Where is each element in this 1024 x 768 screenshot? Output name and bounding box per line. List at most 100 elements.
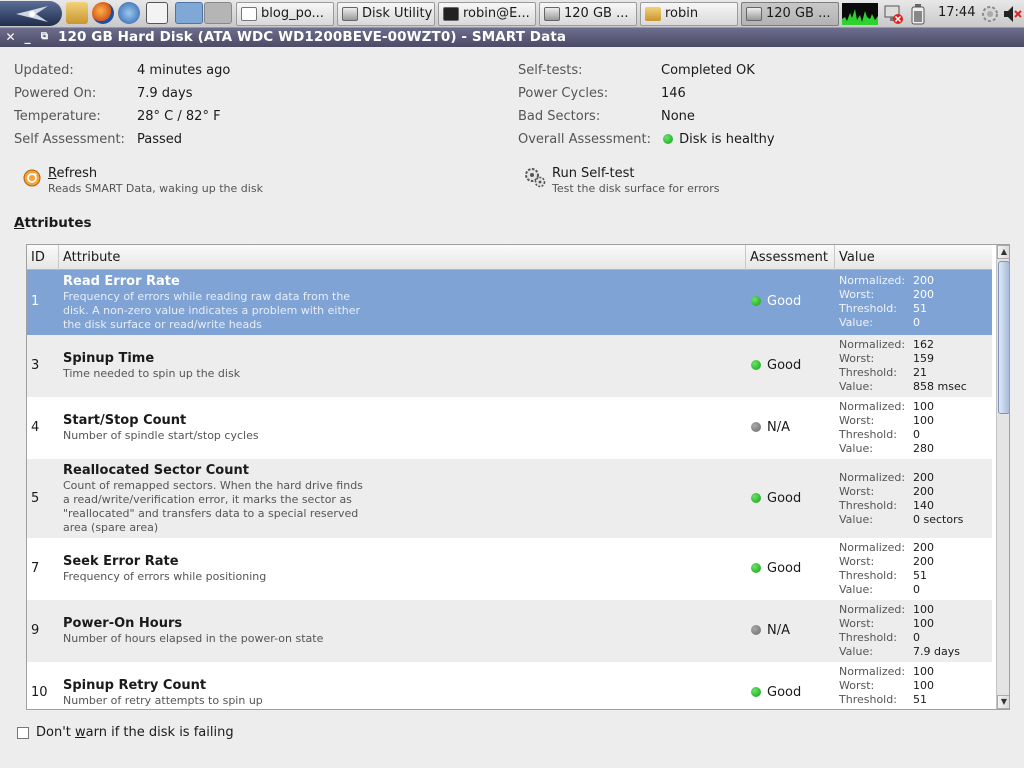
normalized-value: 200 — [913, 471, 934, 484]
attribute-description: Count of remapped sectors. When the hard… — [63, 479, 363, 534]
threshold-value: 140 — [913, 499, 934, 512]
attribute-assessment: N/A — [751, 420, 790, 435]
summary-value: Disk is healthy — [663, 132, 775, 147]
normalized-label: Normalized: — [839, 471, 906, 484]
window-titlebar[interactable]: ✕ _ ⧉ 120 GB Hard Disk (ATA WDC WD1200BE… — [0, 28, 1024, 47]
column-header-assessment[interactable]: Assessment — [746, 245, 835, 270]
normalized-row: Normalized: 100 — [839, 400, 934, 414]
network-disconnected-icon[interactable] — [882, 3, 904, 25]
task-120gb-1[interactable]: 120 GB ... — [539, 2, 637, 26]
task-120gb-2[interactable]: 120 GB ... — [741, 2, 839, 26]
worst-row: Worst: 200 — [839, 288, 934, 302]
workspace-2[interactable] — [204, 2, 232, 24]
attribute-description: Time needed to spin up the disk — [63, 367, 241, 380]
summary-label: Bad Sectors: — [518, 109, 601, 124]
table-row[interactable]: 9 Power-On Hours Number of hours elapsed… — [27, 600, 992, 662]
table-row[interactable]: 1 Read Error Rate Frequency of errors wh… — [27, 270, 992, 335]
good-status-icon — [751, 563, 761, 573]
attribute-name: Spinup Time — [63, 351, 155, 366]
column-header-id[interactable]: ID — [27, 245, 59, 270]
top-panel: blog_po... Disk Utility robin@E... 120 G… — [0, 0, 1024, 28]
summary-value: 4 minutes ago — [137, 63, 231, 78]
good-status-icon — [751, 296, 761, 306]
table-row[interactable]: 7 Seek Error Rate Frequency of errors wh… — [27, 538, 992, 600]
run-self-test-label: Run Self-test — [552, 166, 635, 181]
attribute-description: Number of retry attempts to spin up — [63, 694, 263, 707]
dont-warn-label: Don't warn if the disk is failing — [36, 725, 234, 740]
harddisk-icon — [342, 7, 358, 21]
volume-muted-icon[interactable] — [1002, 3, 1024, 25]
attribute-id: 3 — [31, 358, 40, 373]
attribute-id: 7 — [31, 561, 40, 576]
column-header-attribute[interactable]: Attribute — [59, 245, 746, 270]
na-status-icon — [751, 422, 761, 432]
worst-row: Worst: 200 — [839, 555, 934, 569]
maximize-icon[interactable]: ⧉ — [38, 30, 51, 44]
summary-value: Completed OK — [661, 63, 755, 78]
threshold-row: Threshold: 140 — [839, 499, 963, 513]
clock[interactable]: 17:44 — [938, 5, 975, 20]
workspace-1[interactable] — [175, 2, 203, 24]
firefox-launcher-icon[interactable] — [92, 2, 114, 24]
attribute-values: Normalized: 200 Worst: 200 Threshold: 51 Va… — [839, 541, 934, 597]
checkbox-box[interactable] — [17, 727, 29, 739]
task-label: Disk Utility — [362, 6, 433, 21]
attributes-heading: Attributes — [14, 215, 92, 231]
table-body: 1 Read Error Rate Frequency of errors wh… — [27, 270, 992, 709]
attribute-description: Number of spindle start/stop cycles — [63, 429, 259, 442]
attributes-table[interactable]: ID Attribute Assessment Value 1 Read Err… — [26, 244, 1010, 710]
star-logo-icon — [16, 6, 48, 22]
windows-launcher-icon[interactable] — [146, 2, 168, 24]
summary-label: Self Assessment: — [14, 132, 125, 147]
scroll-down-arrow-icon[interactable]: ▼ — [997, 695, 1009, 709]
attribute-assessment: Good — [751, 294, 801, 309]
table-row[interactable]: 3 Spinup Time Time needed to spin up the… — [27, 335, 992, 397]
worst-label: Worst: — [839, 679, 875, 692]
close-icon[interactable]: ✕ — [4, 30, 17, 44]
gear-icon[interactable] — [980, 3, 1000, 25]
main-menu-button[interactable] — [0, 1, 62, 26]
summary-label: Temperature: — [14, 109, 101, 124]
browser-launcher-icon[interactable] — [118, 2, 140, 24]
threshold-value: 51 — [913, 569, 927, 582]
value-row: Value: 0 — [839, 583, 934, 597]
task-blog-post[interactable]: blog_po... — [236, 2, 334, 26]
normalized-row: Normalized: 200 — [839, 541, 934, 555]
battery-icon[interactable] — [910, 3, 926, 25]
system-monitor-graph[interactable] — [842, 3, 878, 25]
vertical-scrollbar[interactable]: ▲ ▼ — [996, 245, 1009, 709]
refresh-button[interactable]: Refresh Reads SMART Data, waking up the … — [20, 166, 320, 198]
table-row[interactable]: 10 Spinup Retry Count Number of retry at… — [27, 662, 992, 709]
normalized-row: Normalized: 100 — [839, 603, 960, 617]
summary-value: 28° C / 82° F — [137, 109, 221, 124]
harddisk-icon — [746, 7, 762, 21]
attributes-mnemonic: A — [14, 215, 25, 231]
scroll-up-arrow-icon[interactable]: ▲ — [997, 245, 1009, 259]
overall-assessment-text: Disk is healthy — [679, 132, 775, 147]
minimize-icon[interactable]: _ — [21, 30, 34, 44]
table-row[interactable]: 4 Start/Stop Count Number of spindle sta… — [27, 397, 992, 459]
attribute-name: Start/Stop Count — [63, 413, 187, 428]
attribute-assessment: Good — [751, 685, 801, 700]
raw-value: 0 — [913, 583, 920, 596]
task-disk-utility[interactable]: Disk Utility — [337, 2, 435, 26]
summary-label: Overall Assessment: — [518, 132, 651, 147]
worst-label: Worst: — [839, 414, 875, 427]
run-self-test-button[interactable]: Run Self-test Test the disk surface for … — [524, 166, 784, 198]
normalized-row: Normalized: 200 — [839, 471, 963, 485]
task-terminal[interactable]: robin@E... — [438, 2, 536, 26]
scrollbar-thumb[interactable] — [998, 261, 1009, 414]
value-label: Value: — [839, 316, 873, 329]
threshold-value: 0 — [913, 631, 920, 644]
folder-launcher-icon[interactable] — [66, 2, 88, 24]
attribute-values: Normalized: 200 Worst: 200 Threshold: 51 Va… — [839, 274, 934, 330]
threshold-label: Threshold: — [839, 569, 897, 582]
threshold-label: Threshold: — [839, 302, 897, 315]
attribute-values: Normalized: 100 Worst: 100 Threshold: 51 — [839, 665, 934, 707]
run-self-test-description: Test the disk surface for errors — [552, 182, 720, 195]
table-row[interactable]: 5 Reallocated Sector Count Count of rema… — [27, 459, 992, 538]
column-header-value[interactable]: Value — [835, 245, 992, 270]
task-robin-folder[interactable]: robin — [640, 2, 738, 26]
attribute-id: 1 — [31, 294, 40, 309]
attribute-values: Normalized: 100 Worst: 100 Threshold: 0 Val… — [839, 603, 960, 659]
